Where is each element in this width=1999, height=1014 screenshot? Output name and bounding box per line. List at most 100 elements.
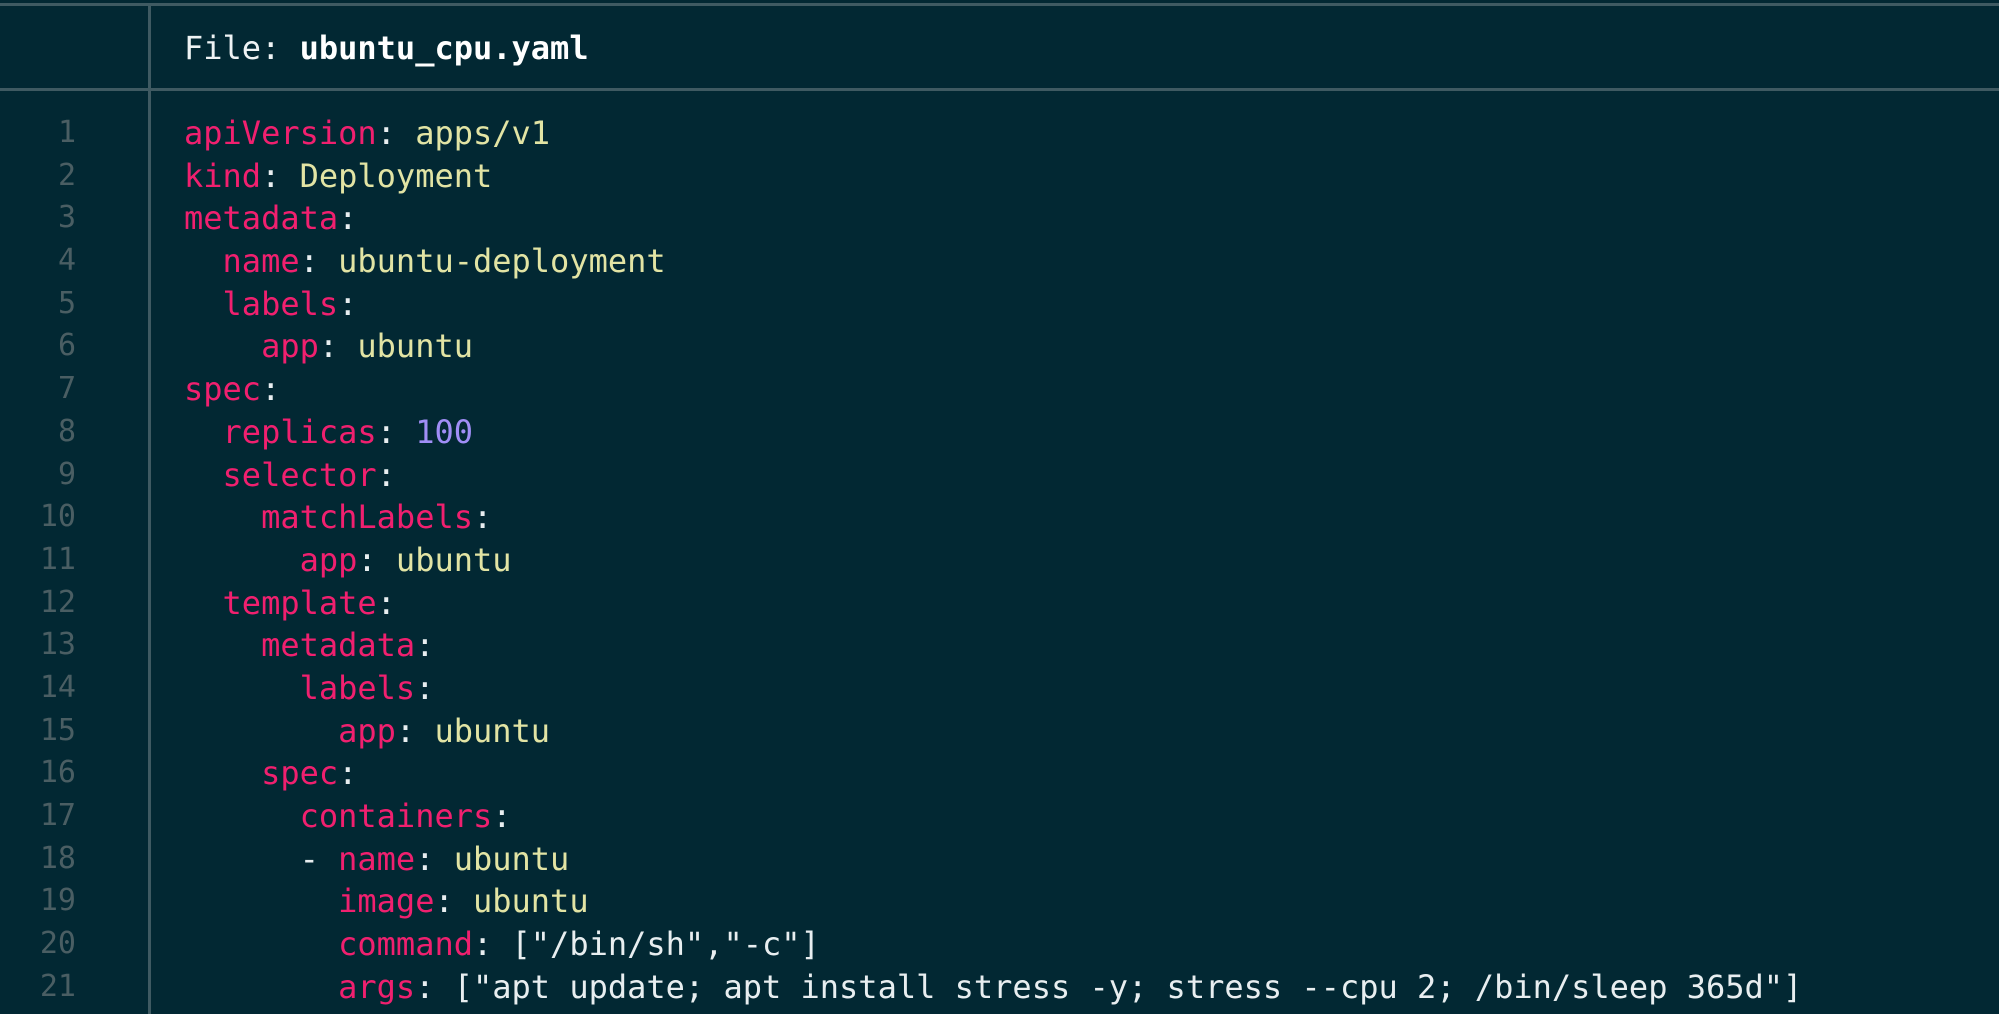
yaml-separator: : [376,455,396,494]
yaml-value: ubuntu-deployment [338,242,666,281]
yaml-separator: : [415,668,435,707]
line-number: 7 [57,371,76,407]
yaml-separator: : [395,711,435,750]
line-number: 14 [39,669,76,705]
yaml-key: replicas [222,412,377,451]
yaml-separator: : [472,925,512,964]
header-divider [0,88,1999,91]
code-text: labels: [184,283,358,326]
code-line: 5 labels: [0,283,1999,326]
code-line: 9 selector: [0,454,1999,497]
file-title: File: ubuntu_cpu.yaml [184,28,589,68]
yaml-separator: : [472,498,493,537]
yaml-value: ubuntu [357,327,473,366]
code-line: 13 metadata: [0,624,1999,667]
yaml-key: selector [222,455,377,494]
code-area[interactable]: 1 apiVersion: apps/v1 2 kind: Deployment 3 me… [0,112,1999,1008]
code-text: replicas: 100 [184,411,473,454]
yaml-value: ubuntu [434,711,551,750]
yaml-key: metadata [261,626,416,665]
code-text: args: ["apt update; apt install stress -… [184,966,1802,1009]
line-number: 1 [57,115,76,150]
code-line: 16 spec: [0,752,1999,795]
file-name: ubuntu_cpu.yaml [299,29,589,67]
yaml-key: labels [299,668,416,707]
line-number: 10 [39,499,76,535]
yaml-key: template [222,583,377,622]
code-line: 11 app: ubuntu [0,539,1999,582]
code-line: 1 apiVersion: apps/v1 [0,112,1999,155]
yaml-separator: : [338,199,358,238]
code-line: 18 - name: ubuntu [0,838,1999,881]
file-title-prefix: File: [184,29,300,67]
yaml-separator: : [318,327,358,366]
code-text: kind: Deployment [184,155,492,198]
line-number: 21 [39,968,76,1004]
line-number: 13 [39,627,76,663]
code-text: name: ubuntu-deployment [184,240,666,283]
yaml-separator: : [376,114,416,152]
yaml-separator: : [376,412,416,451]
line-number: 18 [39,840,76,876]
yaml-separator: : [261,156,300,195]
yaml-value: 100 [415,412,473,451]
yaml-key: metadata [184,199,339,238]
code-text: metadata: [184,624,434,667]
yaml-key: kind [184,156,262,195]
yaml-key: command [338,925,473,964]
code-line: 10 matchLabels: [0,496,1999,539]
line-number: 4 [57,243,76,279]
code-line: 6 app: ubuntu [0,325,1999,368]
code-text: metadata: [184,197,357,240]
yaml-key: matchLabels [261,498,473,537]
line-number: 20 [39,926,76,962]
code-line: 19 image: ubuntu [0,880,1999,923]
yaml-separator: : [299,242,339,281]
yaml-value: ["apt update; apt install stress -y; str… [453,967,1803,1006]
line-number: 15 [39,712,76,748]
yaml-separator: : [338,754,358,793]
code-text: spec: [184,368,280,411]
line-number: 11 [39,541,76,577]
yaml-value: ["/bin/sh","-c"] [511,925,820,964]
line-number: 16 [39,755,76,791]
yaml-value: ubuntu [395,540,512,579]
yaml-value: apps/v1 [415,114,551,152]
yaml-value: Deployment [299,156,493,195]
yaml-key: app [299,540,358,579]
code-line: 15 app: ubuntu [0,710,1999,753]
code-text: labels: [184,667,435,710]
code-line: 21 args: ["apt update; apt install stres… [0,966,1999,1009]
code-line: 20 command: ["/bin/sh","-c"] [0,923,1999,966]
file-header: File: ubuntu_cpu.yaml [0,6,1999,90]
code-line: 8 replicas: 100 [0,411,1999,454]
line-number: 3 [57,200,76,236]
yaml-separator: : [415,967,454,1006]
code-text: app: ubuntu [184,539,512,582]
yaml-key: labels [222,284,339,323]
yaml-value: ubuntu [453,839,570,878]
code-line: 3 metadata: [0,197,1999,240]
yaml-key: apiVersion [184,114,377,152]
yaml-key: spec [184,370,262,409]
yaml-key: name [222,242,300,281]
header-gutter [0,6,150,90]
code-text: selector: [184,454,396,497]
yaml-key: app [261,327,319,366]
yaml-key: containers [299,797,493,835]
code-line: 12 template: [0,582,1999,625]
yaml-key: name [338,839,416,878]
code-text: - name: ubuntu [184,838,570,881]
line-number: 9 [57,456,76,492]
